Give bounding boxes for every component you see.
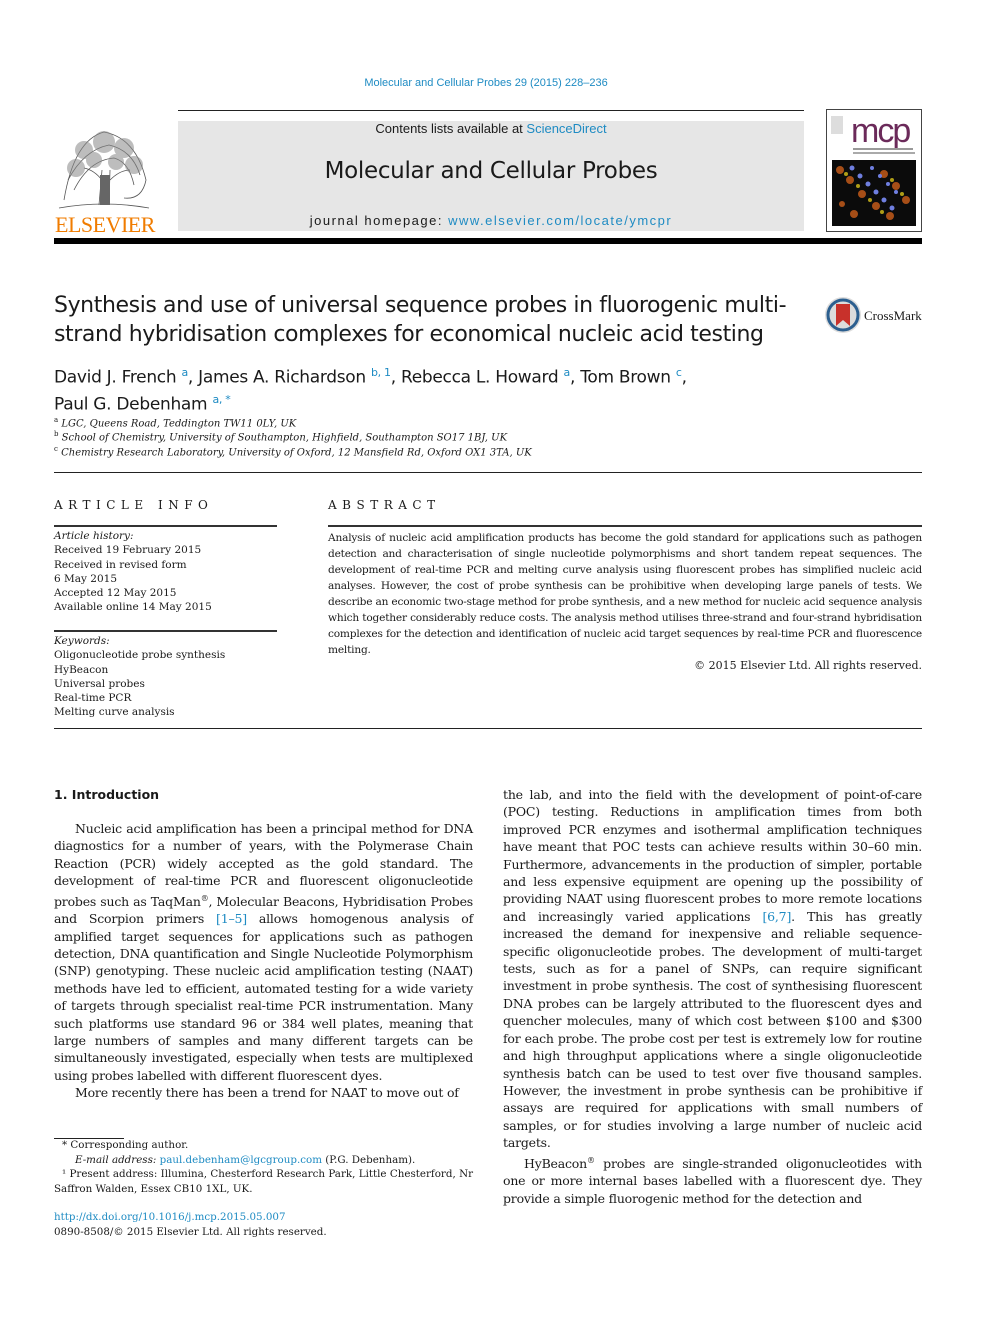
history-item: Received in revised form — [54, 558, 187, 571]
history-item: 6 May 2015 — [54, 572, 118, 585]
abstract-rule — [328, 525, 922, 527]
journal-title: Molecular and Cellular Probes — [324, 158, 658, 184]
article-info-rule — [54, 525, 277, 527]
affiliation-key: a — [54, 416, 59, 424]
affiliation: a LGC, Queens Road, Teddington TW11 0LY,… — [54, 416, 754, 429]
article-title: Synthesis and use of universal sequence … — [54, 293, 787, 347]
abstract-copyright: © 2015 Elsevier Ltd. All rights reserved… — [694, 659, 922, 672]
email-suffix: (P.G. Debenham). — [321, 1153, 416, 1166]
cover-subtitle-lines-2 — [853, 152, 915, 154]
footnotes: * Corresponding author. E-mail address: … — [54, 1138, 473, 1196]
doi-link[interactable]: http://dx.doi.org/10.1016/j.mcp.2015.05.… — [54, 1210, 327, 1225]
journal-cover-thumbnail[interactable]: mcp — [826, 109, 922, 232]
running-head[interactable]: Molecular and Cellular Probes 29 (2015) … — [0, 77, 972, 89]
affiliation-text: School of Chemistry, University of South… — [61, 432, 508, 444]
paragraph-text: the lab, and into the field with the dev… — [503, 787, 922, 924]
affiliation-key: b — [54, 430, 59, 438]
author-name[interactable]: James A. Richardson — [198, 368, 366, 388]
abstract-text: Analysis of nucleic acid amplification p… — [328, 532, 922, 656]
footnote-corresponding: * Corresponding author. — [62, 1139, 189, 1151]
paragraph: HyBeacon® probes are single-stranded oli… — [503, 1152, 922, 1207]
contents-line: Contents lists available at ScienceDirec… — [178, 121, 804, 136]
homepage-prefix: journal homepage: — [309, 213, 449, 228]
affiliation-text: Chemistry Research Laboratory, Universit… — [61, 447, 532, 459]
author-name[interactable]: Rebecca L. Howard — [401, 368, 559, 388]
affiliation: c Chemistry Research Laboratory, Univers… — [54, 445, 754, 458]
keywords: Keywords: Oligonucleotide probe synthesi… — [54, 634, 279, 720]
crossmark-icon[interactable] — [824, 296, 862, 334]
affiliation: b School of Chemistry, University of Sou… — [54, 430, 754, 443]
article-history-label: Article history: — [54, 530, 134, 542]
cover-abbrev: mcp — [851, 112, 911, 150]
masthead-bottom-rule — [54, 238, 922, 244]
author-separator: , — [681, 367, 687, 388]
abstract-heading: ABSTRACT — [328, 498, 441, 512]
article-history: Article history: Received 19 February 20… — [54, 529, 279, 615]
email-link[interactable]: paul.debenham@lgcgroup.com — [160, 1154, 322, 1166]
dna-helix-image — [832, 160, 916, 226]
cover-elsevier-mark — [831, 116, 843, 134]
author-list: David J. French a, James A. Richardson b… — [54, 362, 754, 415]
journal-banner: Contents lists available at ScienceDirec… — [178, 121, 804, 231]
paragraph: More recently there has been a trend for… — [75, 1085, 459, 1101]
author-name[interactable]: David J. French — [54, 368, 177, 388]
citation-link[interactable]: [1–5] — [216, 911, 247, 926]
paragraph-text: allows homogenous analysis of amplified … — [54, 911, 474, 1083]
author-separator: , — [390, 367, 401, 388]
abstract-bottom-rule — [54, 728, 922, 729]
doi-block: http://dx.doi.org/10.1016/j.mcp.2015.05.… — [54, 1210, 327, 1240]
article-info-heading: ARTICLE INFO — [54, 498, 214, 512]
history-item: Received 19 February 2015 — [54, 544, 202, 557]
header-divider — [54, 472, 922, 473]
masthead-top-rule — [178, 110, 804, 111]
keyword: Oligonucleotide probe synthesis — [54, 649, 226, 662]
keywords-label: Keywords: — [54, 635, 110, 647]
keyword: Real-time PCR — [54, 692, 132, 705]
author-separator: , — [569, 367, 581, 388]
affiliation-text: LGC, Queens Road, Teddington TW11 0LY, U… — [61, 418, 297, 430]
paragraph: Nucleic acid amplification has been a pr… — [54, 820, 473, 1084]
homepage-link[interactable]: www.elsevier.com/locate/ymcpr — [448, 213, 672, 228]
email-label: E-mail address: — [75, 1153, 160, 1166]
body-column-left: Nucleic acid amplification has been a pr… — [54, 820, 473, 1102]
history-item: Available online 14 May 2015 — [54, 601, 212, 614]
contents-prefix: Contents lists available at — [375, 121, 527, 136]
elsevier-logo[interactable]: ELSEVIER — [54, 212, 156, 238]
body-column-right: the lab, and into the field with the dev… — [503, 786, 922, 1207]
author-affil-marker[interactable]: b, 1 — [371, 366, 391, 379]
keywords-rule — [54, 630, 277, 632]
author-name[interactable]: Tom Brown — [580, 368, 671, 388]
history-item: Accepted 12 May 2015 — [54, 587, 177, 600]
registered-mark: ® — [200, 893, 209, 903]
affiliation-key: c — [54, 445, 58, 453]
author-name[interactable]: Paul G. Debenham — [54, 394, 208, 414]
footnote-email: E-mail address: paul.debenham@lgcgroup.c… — [54, 1153, 473, 1168]
author-affil-marker[interactable]: a, * — [212, 393, 230, 406]
registered-mark: ® — [586, 1155, 595, 1165]
sciencedirect-link[interactable]: ScienceDirect — [526, 121, 606, 136]
keyword: Melting curve analysis — [54, 706, 175, 719]
paragraph-text: HyBeacon — [524, 1155, 587, 1171]
author-separator: , — [187, 367, 199, 388]
keyword: HyBeacon — [54, 663, 109, 676]
keyword: Universal probes — [54, 677, 145, 690]
paragraph-text: . This has greatly increased the demand … — [503, 908, 923, 1151]
paragraph: the lab, and into the field with the dev… — [503, 786, 922, 1152]
cover-subtitle-lines — [853, 148, 913, 150]
issn-line: 0890-8508/© 2015 Elsevier Ltd. All right… — [54, 1226, 327, 1238]
citation-link[interactable]: [6,7] — [762, 909, 791, 924]
footnote-present-address: ¹ Present address: Illumina, Chesterford… — [54, 1168, 473, 1195]
section-heading-introduction: 1. Introduction — [54, 787, 160, 802]
crossmark-label[interactable]: CrossMark — [864, 308, 922, 324]
homepage-line: journal homepage: www.elsevier.com/locat… — [178, 213, 804, 228]
